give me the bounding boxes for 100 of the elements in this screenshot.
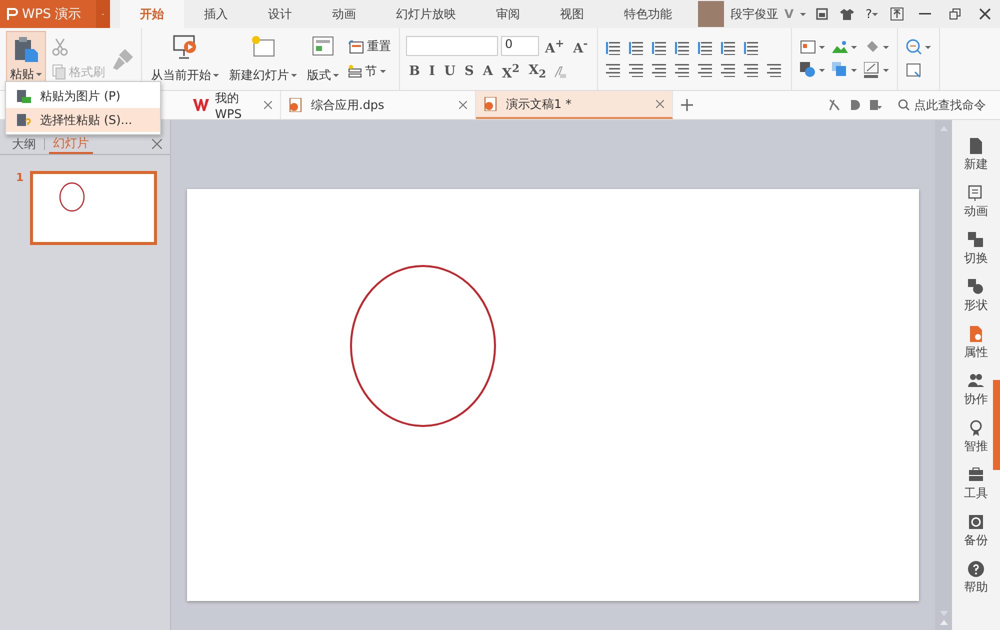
close-icon	[979, 8, 991, 20]
close-tab-button[interactable]	[459, 101, 467, 109]
shrink-font-button[interactable]: A$^{-}$	[570, 36, 591, 56]
close-icon	[264, 101, 272, 109]
grow-font-button[interactable]: A$^{+}$	[542, 36, 568, 56]
wps-logo-icon	[193, 98, 209, 112]
calendar-icon[interactable]	[816, 8, 828, 20]
font-size-field[interactable]: 0	[501, 36, 539, 56]
user-name[interactable]: 段宇俊亚	[730, 6, 778, 22]
sidebar-item[interactable]: 新建	[964, 138, 988, 173]
sidebar-item[interactable]: 工具	[964, 467, 988, 502]
caret-icon[interactable]	[872, 12, 878, 16]
menu-item[interactable]: 粘贴为图片 (P)	[6, 84, 160, 108]
sidebar-item[interactable]: 备份	[964, 514, 988, 549]
circle-shape[interactable]	[349, 264, 497, 428]
format-button[interactable]: B	[406, 64, 423, 80]
caret-icon	[291, 74, 297, 77]
help-button[interactable]: ?	[866, 7, 872, 21]
sidebar-item[interactable]: 属性	[964, 326, 988, 361]
ribbon-tab[interactable]: 设计	[248, 0, 312, 28]
line-spacing-icon	[744, 41, 760, 55]
caret-icon	[882, 68, 889, 72]
d-shape-icon[interactable]	[850, 99, 860, 111]
text-box-icon	[800, 40, 816, 54]
ribbon-tab[interactable]: 审阅	[476, 0, 540, 28]
format-button[interactable]: I	[426, 64, 438, 80]
search-icon	[898, 99, 910, 111]
shirt-icon[interactable]	[840, 8, 854, 20]
menu-item[interactable]: 选择性粘贴 (S)...	[6, 108, 160, 132]
caret-icon	[850, 68, 857, 72]
circle-shape	[58, 182, 85, 212]
document-tab[interactable]: 我的WPS	[185, 91, 281, 119]
caret-icon	[818, 46, 825, 48]
document-icon	[968, 138, 984, 154]
ribbon-tab[interactable]: 视图	[540, 0, 604, 28]
sidebar-item[interactable]: 协作	[964, 373, 988, 408]
backup-icon	[968, 514, 984, 530]
format-button[interactable]: U	[441, 64, 458, 80]
close-icon	[656, 100, 664, 108]
sidebar-item[interactable]: 智推	[964, 420, 988, 455]
copy-icon	[52, 64, 66, 80]
scissors-icon	[52, 38, 68, 56]
close-icon[interactable]	[152, 139, 162, 149]
caret-icon	[882, 46, 889, 48]
new-slide-button[interactable]: 新建幻灯片	[226, 31, 300, 87]
select-icon	[906, 63, 922, 79]
ribbon-tab[interactable]: 插入	[184, 0, 248, 28]
align-center-icon	[628, 63, 645, 77]
ribbon-award-icon	[968, 420, 984, 436]
upload-icon[interactable]	[890, 7, 904, 21]
caret-icon	[924, 46, 931, 48]
ribbon-tab[interactable]: 幻灯片放映	[376, 0, 476, 28]
document-tab[interactable]: 演示文稿1 *	[476, 91, 673, 119]
sidebar-item[interactable]: 形状	[964, 279, 988, 314]
picture-icon	[832, 40, 848, 54]
font-name-field[interactable]	[406, 36, 498, 56]
paste-special-icon	[16, 112, 32, 128]
restore-icon	[949, 8, 961, 20]
outline-button[interactable]	[862, 61, 891, 79]
format-button[interactable]: A	[480, 64, 496, 80]
sidebar-item[interactable]: 动画	[964, 185, 988, 220]
close-tab-button[interactable]	[264, 101, 272, 109]
sidebar-item[interactable]: 切换	[964, 232, 988, 267]
format-button[interactable]: X$^{2}$	[498, 62, 523, 82]
shapes-icon	[800, 62, 816, 78]
command-search-field[interactable]: 点此查找命令	[892, 96, 992, 114]
collapse-handle[interactable]	[993, 380, 1000, 470]
paste-picture-icon	[16, 88, 32, 104]
close-tab-button[interactable]	[656, 100, 664, 108]
caret-icon[interactable]	[800, 12, 806, 16]
format-button[interactable]: S	[461, 64, 477, 80]
ribbon-tab[interactable]: 特色功能	[604, 0, 692, 28]
columns-icon	[766, 63, 783, 77]
pin-icon[interactable]	[828, 99, 840, 111]
reset-icon	[348, 40, 364, 54]
outline-icon	[864, 62, 880, 78]
app-menu-button[interactable]: WPS 演示	[0, 0, 96, 28]
find-button[interactable]	[904, 38, 933, 56]
list-icon	[606, 41, 622, 55]
magnifier-icon	[906, 39, 922, 55]
section-button[interactable]: 节	[346, 62, 393, 81]
ribbon-tab[interactable]: 动画	[312, 0, 376, 28]
sidebar-item[interactable]: 帮助	[964, 561, 988, 596]
reset-button[interactable]: 重置	[346, 37, 393, 56]
arrange-button[interactable]	[830, 61, 859, 79]
picture-button[interactable]	[830, 39, 859, 55]
format-button[interactable]: X$_{2}$	[526, 63, 550, 81]
shapes-icon	[968, 279, 984, 295]
slide-thumbnail[interactable]	[30, 171, 157, 245]
caret-icon	[213, 74, 219, 77]
help-icon	[968, 561, 984, 577]
panel-tab[interactable]: 大纲	[8, 134, 40, 154]
layout-button[interactable]: 版式	[304, 31, 342, 87]
play-from-current-button[interactable]: 从当前开始	[148, 31, 222, 87]
clear-format-icon[interactable]	[552, 64, 566, 79]
distribute-icon	[698, 63, 714, 77]
shapes-button[interactable]	[798, 61, 827, 79]
text-box-button[interactable]	[798, 39, 827, 55]
dropdown-list-icon[interactable]	[870, 99, 882, 111]
spacing-icon	[720, 63, 737, 77]
